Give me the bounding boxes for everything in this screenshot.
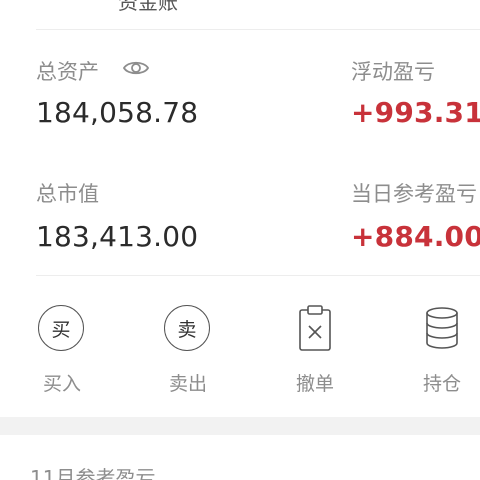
floating-pl-value: +993.31 xyxy=(351,96,480,129)
total-assets-label: 总资产 xyxy=(36,60,99,84)
cancel-order-button[interactable]: 撤单 xyxy=(275,303,355,403)
monthly-ref-pl-label: 11月参考盈亏 xyxy=(30,466,156,480)
daily-ref-pl-value: +884.00 xyxy=(351,220,480,253)
section-separator xyxy=(0,417,480,435)
cancel-order-icon xyxy=(289,303,341,355)
positions-button[interactable]: 持仓 xyxy=(402,303,480,403)
positions-label: 持仓 xyxy=(422,373,461,395)
sell-button[interactable]: 卖 卖出 xyxy=(148,303,228,403)
buy-icon: 买 xyxy=(36,303,88,355)
divider-top xyxy=(36,29,480,30)
eye-icon[interactable] xyxy=(122,56,150,80)
market-value-value: 183,413.00 xyxy=(36,220,199,253)
sell-icon: 卖 xyxy=(162,303,214,355)
account-header-partial: 资金账 xyxy=(118,0,178,14)
sell-label: 卖出 xyxy=(168,373,207,395)
market-value-label: 总市值 xyxy=(36,182,99,206)
buy-label: 买入 xyxy=(42,373,81,395)
floating-pl-label: 浮动盈亏 xyxy=(351,60,435,84)
buy-button[interactable]: 买 买入 xyxy=(22,303,102,403)
cancel-order-label: 撤单 xyxy=(295,373,334,395)
account-page: 资金账 总资产 184,058.78 浮动盈亏 +993.31 总市值 183,… xyxy=(0,0,480,480)
total-assets-value: 184,058.78 xyxy=(36,96,199,129)
positions-icon xyxy=(416,303,468,355)
divider-middle xyxy=(36,275,480,276)
daily-ref-pl-label: 当日参考盈亏 xyxy=(351,182,477,206)
